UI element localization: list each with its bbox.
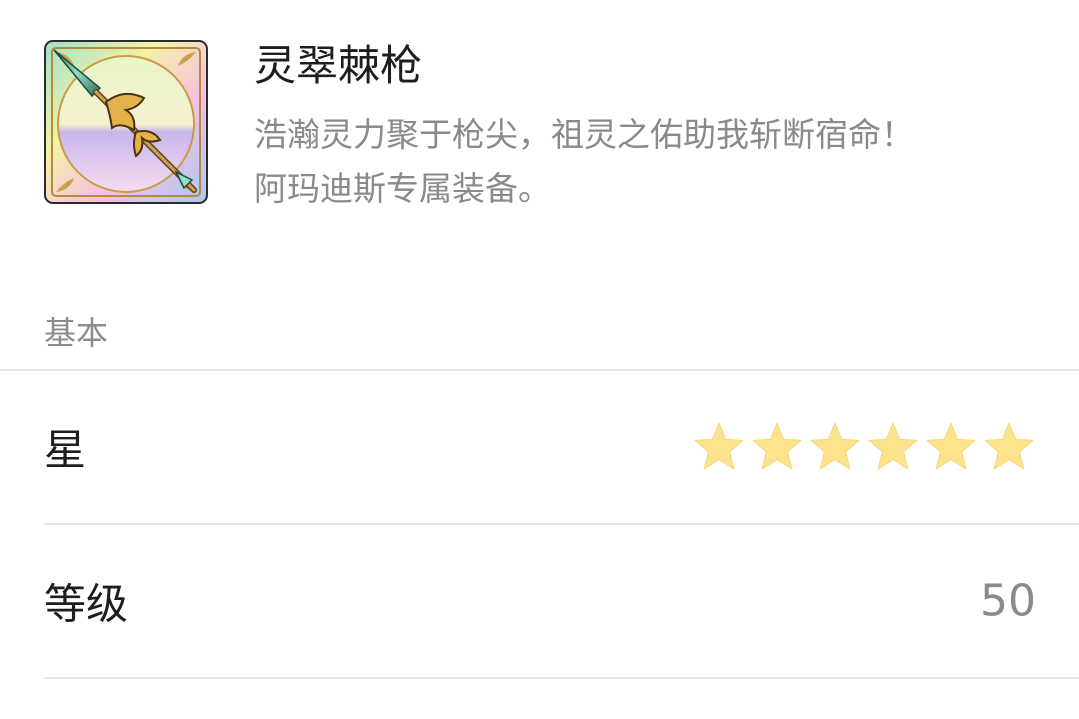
row-level-value: 50 [980,575,1036,627]
star-icon [750,420,804,474]
row-divider [44,677,1079,679]
row-level-label: 等级 [44,579,129,629]
star-icon [982,420,1036,474]
item-description: 浩瀚灵力聚于枪尖，祖灵之佑助我斩断宿命！ 阿玛迪斯专属装备。 [254,108,1044,216]
star-icon [692,420,746,474]
item-header: 灵翠棘枪 浩瀚灵力聚于枪尖，祖灵之佑助我斩断宿命！ 阿玛迪斯专属装备。 [0,0,1079,260]
spear-icon [44,40,208,204]
item-description-line: 阿玛迪斯专属装备。 [254,169,551,208]
star-icon [866,420,920,474]
star-rating [692,420,1036,474]
item-description-line: 浩瀚灵力聚于枪尖，祖灵之佑助我斩断宿命！ [254,115,914,154]
item-title: 灵翠棘枪 [254,41,423,90]
star-icon [924,420,978,474]
row-star-label: 星 [44,425,87,475]
row-star: 星 [44,371,1036,523]
row-level: 等级 50 [44,525,1036,677]
star-icon [808,420,862,474]
section-header-basic: 基本 [44,314,109,352]
